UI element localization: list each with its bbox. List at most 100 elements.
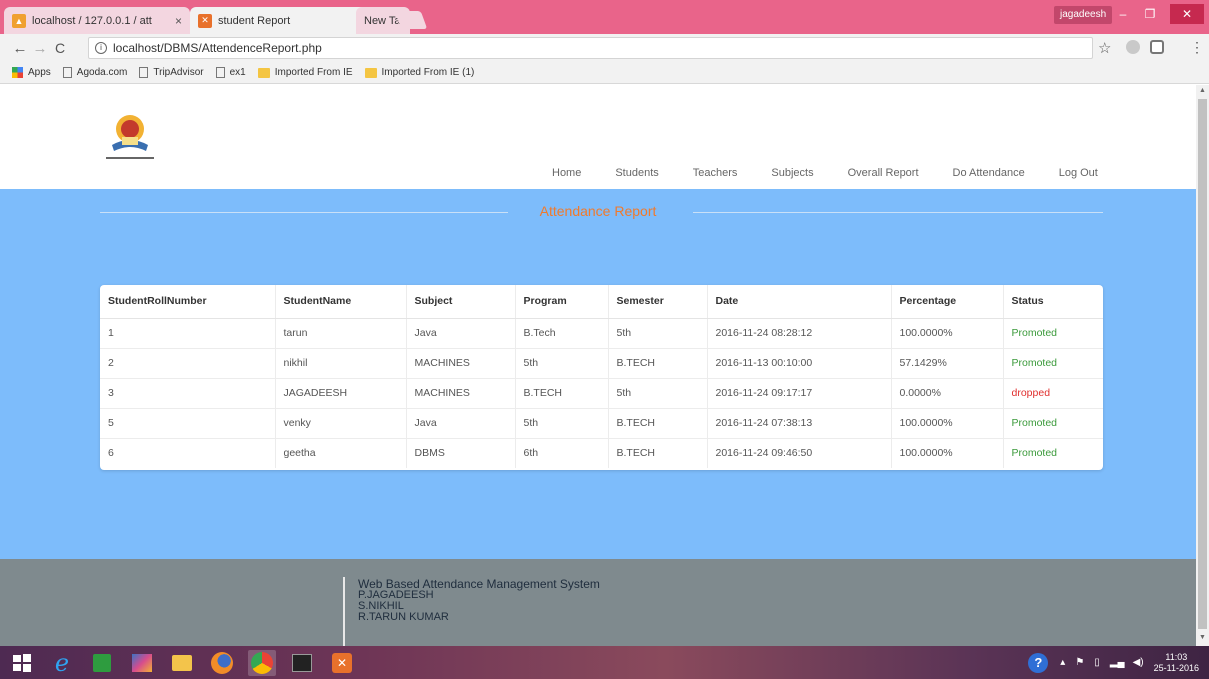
report-section: Attendance Report StudentRollNumber Stud… xyxy=(0,189,1196,559)
table-row: 2 nikhil MACHINES 5th B.TECH 2016-11-13 … xyxy=(100,347,1103,378)
table-row: 6 geetha DBMS 6th B.TECH 2016-11-24 09:4… xyxy=(100,437,1103,468)
program-cell: B.Tech xyxy=(514,317,608,348)
bookmark-folder-ie-1[interactable]: Imported From IE (1) xyxy=(364,67,475,78)
bookmark-label: TripAdvisor xyxy=(153,67,204,78)
scroll-up-icon[interactable]: ▲ xyxy=(1199,87,1206,94)
page-title: Attendance Report xyxy=(539,203,657,219)
column-header: Program xyxy=(514,285,608,319)
name-cell: tarun xyxy=(274,317,406,348)
apps-icon xyxy=(12,67,23,78)
column-header: Semester xyxy=(607,285,707,319)
nav-log-out[interactable]: Log Out xyxy=(1059,167,1098,179)
network-icon[interactable]: ▂▄ xyxy=(1110,657,1125,668)
table-header-row: StudentRollNumber StudentName Subject Pr… xyxy=(100,285,1103,319)
bookmark-star-icon[interactable]: ☆ xyxy=(1098,39,1111,57)
tab-phpmyadmin[interactable]: ▲ localhost / 127.0.0.1 / att × xyxy=(4,7,190,34)
semester-cell: B.TECH xyxy=(607,437,707,468)
nav-do-attendance[interactable]: Do Attendance xyxy=(953,167,1025,179)
profile-button[interactable]: jagadeesh xyxy=(1054,6,1113,24)
firefox-icon[interactable] xyxy=(208,650,236,676)
nav-teachers[interactable]: Teachers xyxy=(693,167,738,179)
date-cell: 2016-11-13 00:10:00 xyxy=(706,347,891,378)
address-bar[interactable]: i localhost/DBMS/AttendenceReport.php xyxy=(88,37,1093,59)
subject-cell: Java xyxy=(405,317,515,348)
bookmark-tripadvisor[interactable]: TripAdvisor xyxy=(139,67,204,78)
program-cell: 6th xyxy=(514,437,608,468)
browser-toolbar: ← → C i localhost/DBMS/AttendenceReport.… xyxy=(0,34,1209,62)
scroll-down-icon[interactable]: ▼ xyxy=(1199,634,1206,641)
extension-icon[interactable] xyxy=(1150,40,1164,54)
scroll-thumb[interactable] xyxy=(1198,99,1207,629)
semester-cell: 5th xyxy=(607,317,707,348)
table-row: 3 JAGADEESH MACHINES B.TECH 5th 2016-11-… xyxy=(100,377,1103,408)
windows-start-icon[interactable] xyxy=(8,650,36,676)
date-cell: 2016-11-24 07:38:13 xyxy=(706,407,891,438)
column-header: Percentage xyxy=(890,285,1003,319)
date-cell: 2016-11-24 09:17:17 xyxy=(706,377,891,408)
subject-cell: MACHINES xyxy=(405,347,515,378)
url-text: localhost/DBMS/AttendenceReport.php xyxy=(113,41,322,55)
battery-icon[interactable]: ▯ xyxy=(1094,657,1100,668)
attendance-table: StudentRollNumber StudentName Subject Pr… xyxy=(100,285,1103,468)
percentage-cell: 100.0000% xyxy=(890,317,1003,348)
nav-home[interactable]: Home xyxy=(552,167,581,179)
status-cell: Promoted xyxy=(1002,407,1103,438)
store-icon[interactable] xyxy=(88,650,116,676)
reload-icon[interactable]: C xyxy=(50,40,70,56)
close-icon[interactable]: × xyxy=(175,14,182,28)
footer-divider xyxy=(343,577,345,646)
browser-titlebar: ▲ localhost / 127.0.0.1 / att × ✕ studen… xyxy=(0,0,1209,34)
close-window-icon[interactable]: ✕ xyxy=(1170,4,1204,24)
terminal-icon[interactable] xyxy=(288,650,316,676)
bookmark-ex1[interactable]: ex1 xyxy=(215,67,246,78)
chrome-icon[interactable] xyxy=(248,650,276,676)
roll-cell: 1 xyxy=(100,317,275,348)
tray-expand-icon[interactable]: ▴ xyxy=(1060,657,1065,668)
clock[interactable]: 11:03 25-11-2016 xyxy=(1154,652,1199,674)
semester-cell: 5th xyxy=(607,377,707,408)
phpmyadmin-icon: ▲ xyxy=(12,13,26,28)
percentage-cell: 100.0000% xyxy=(890,407,1003,438)
roll-cell: 5 xyxy=(100,407,275,438)
flag-icon[interactable]: ⚑ xyxy=(1075,657,1084,668)
file-explorer-icon[interactable] xyxy=(168,650,196,676)
program-cell: 5th xyxy=(514,347,608,378)
bookmarks-bar: Apps Agoda.com TripAdvisor ex1 Imported … xyxy=(0,62,1209,84)
tab-title: student Report xyxy=(218,14,291,27)
back-icon[interactable]: ← xyxy=(10,40,30,57)
folder-icon xyxy=(364,67,377,78)
nav-overall-report[interactable]: Overall Report xyxy=(848,167,919,179)
new-tab-button[interactable] xyxy=(394,11,428,29)
roll-cell: 6 xyxy=(100,437,275,468)
volume-icon[interactable]: ◀) xyxy=(1133,657,1144,668)
extension-icon[interactable] xyxy=(1126,40,1140,54)
xampp-icon[interactable]: ✕ xyxy=(328,650,356,676)
bookmark-agoda[interactable]: Agoda.com xyxy=(62,67,127,78)
attendance-table-card: StudentRollNumber StudentName Subject Pr… xyxy=(100,285,1103,470)
page-icon xyxy=(215,67,225,78)
nav-students[interactable]: Students xyxy=(615,167,658,179)
status-cell: Promoted xyxy=(1002,437,1103,468)
table-row: 5 venky Java 5th B.TECH 2016-11-24 07:38… xyxy=(100,407,1103,438)
bookmark-folder-ie[interactable]: Imported From IE xyxy=(257,67,353,78)
page-icon xyxy=(139,67,149,78)
subject-cell: MACHINES xyxy=(405,377,515,408)
menu-icon[interactable]: ⋮ xyxy=(1190,39,1204,56)
minimize-icon[interactable]: – xyxy=(1110,4,1136,24)
bookmark-label: Imported From IE xyxy=(274,67,353,78)
nav-subjects[interactable]: Subjects xyxy=(771,167,813,179)
restore-icon[interactable]: ❐ xyxy=(1137,4,1163,24)
page-scrollbar[interactable]: ▲ ▼ xyxy=(1196,85,1209,646)
help-icon[interactable]: ? xyxy=(1028,652,1049,673)
info-icon[interactable]: i xyxy=(95,42,107,54)
name-cell: nikhil xyxy=(274,347,406,378)
windows-taskbar: e ✕ ? ▴ ⚑ ▯ ▂▄ ◀) 11:03 25-11-2016 xyxy=(0,646,1209,679)
photos-icon[interactable] xyxy=(128,650,156,676)
forward-icon[interactable]: → xyxy=(30,40,50,57)
main-nav: Home Students Teachers Subjects Overall … xyxy=(552,167,1098,179)
bookmark-label: Imported From IE (1) xyxy=(381,67,475,78)
system-tray: ? ▴ ⚑ ▯ ▂▄ ◀) 11:03 25-11-2016 xyxy=(1028,646,1199,679)
tab-title: localhost / 127.0.0.1 / att xyxy=(32,14,152,27)
bookmark-apps[interactable]: Apps xyxy=(12,67,51,78)
internet-explorer-icon[interactable]: e xyxy=(48,649,76,677)
